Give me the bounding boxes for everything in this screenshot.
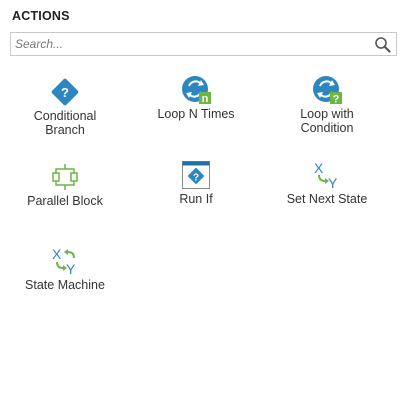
action-label: Loop N Times xyxy=(157,107,235,121)
action-set-next-state[interactable]: X Y Set Next State xyxy=(272,160,382,206)
action-label: Loop with Condition xyxy=(300,107,354,135)
action-run-if[interactable]: ? Run If xyxy=(141,160,251,206)
action-parallel-block[interactable]: Parallel Block xyxy=(10,162,120,208)
actions-grid: ? Conditional Branch n Loop N Times ? Lo… xyxy=(0,0,409,403)
svg-text:n: n xyxy=(202,93,209,105)
svg-text:?: ? xyxy=(193,173,199,184)
svg-text:Y: Y xyxy=(66,261,76,276)
action-label: State Machine xyxy=(25,278,105,292)
action-state-machine[interactable]: X Y State Machine xyxy=(10,246,120,292)
svg-text:?: ? xyxy=(333,94,340,106)
action-label: Run If xyxy=(179,192,213,206)
svg-text:X: X xyxy=(314,160,324,176)
svg-text:?: ? xyxy=(61,85,69,100)
conditional-branch-icon: ? xyxy=(51,78,79,106)
action-loop-n-times[interactable]: n Loop N Times xyxy=(141,75,251,121)
action-label: Conditional Branch xyxy=(33,109,97,137)
action-label: Set Next State xyxy=(286,192,368,206)
svg-text:X: X xyxy=(52,246,62,262)
action-conditional-branch[interactable]: ? Conditional Branch xyxy=(10,77,120,137)
run-if-icon: ? xyxy=(182,161,210,189)
loop-with-condition-icon: ? xyxy=(313,76,342,106)
set-next-state-icon: X Y xyxy=(314,160,338,190)
state-machine-icon: X Y xyxy=(52,246,76,276)
action-loop-with-condition[interactable]: ? Loop with Condition xyxy=(272,75,382,135)
action-label: Parallel Block xyxy=(27,194,103,208)
svg-text:Y: Y xyxy=(328,175,338,190)
loop-n-times-icon: n xyxy=(182,76,211,105)
parallel-block-icon xyxy=(52,164,78,190)
